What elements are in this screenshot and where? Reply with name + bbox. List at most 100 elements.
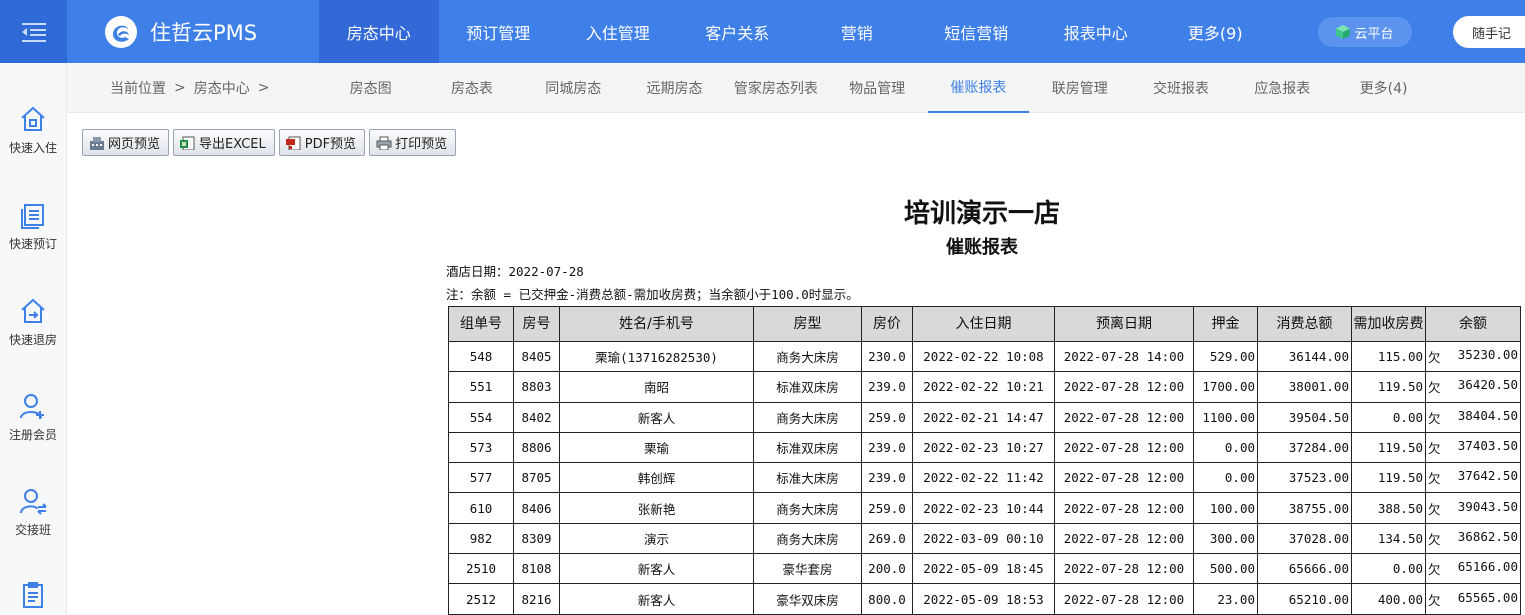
table-cell: 南昭 [559,371,754,403]
cloud-platform-button[interactable]: 云平台 [1318,17,1412,47]
balance-amount: 36420.50 [1457,377,1518,393]
sidebar-label: 快速入住 [8,141,57,155]
web-preview-button[interactable]: 网页预览 [82,129,170,156]
table-cell: 8216 [513,583,560,615]
column-header: 消费总额 [1257,306,1352,342]
table-cell: 36144.00 [1257,340,1352,373]
cube-icon [1336,25,1351,39]
nav-item[interactable]: 营销 [797,0,917,63]
table-cell: 23.00 [1193,583,1258,615]
table-cell: 37028.00 [1257,522,1352,555]
table-cell: 新客人 [559,401,754,433]
table-cell: 2022-07-28 12:00 [1054,462,1194,494]
table-cell: 38001.00 [1257,371,1352,403]
breadcrumb-prefix: 当前位置 [110,81,166,97]
table-cell: 标准大床房 [753,462,862,494]
table-cell: 标准双床房 [753,371,862,403]
menu-toggle-button[interactable] [0,0,67,63]
subtab-item[interactable]: 管家房态列表 [725,63,826,113]
table-cell: 豪华双床房 [753,583,862,615]
logo-icon [105,15,137,48]
table-cell: 2022-05-09 18:45 [912,553,1055,585]
table-cell: 8705 [513,462,560,494]
quick-note-button[interactable]: 随手记 [1453,16,1525,48]
menu-collapse-icon [21,22,46,42]
table-cell: 8309 [513,522,560,555]
nav-item[interactable]: 更多(9) [1156,0,1276,63]
quick-actions-sidebar: 快速入住 快速预订 快速退房 注册会员 交接班 [0,63,67,614]
owed-marker: 欠 [1428,410,1441,426]
clipboard-icon [23,582,43,608]
balance-cell: 欠 37642.50 [1425,462,1521,494]
cloud-platform-label: 云平台 [1354,26,1394,42]
table-row: 548 8405 栗瑜(13716282530) 商务大床房 230.0 2022-02-… [448,340,1521,373]
table-cell: 39504.50 [1257,401,1352,433]
subtab-item[interactable]: 联房管理 [1029,63,1130,113]
subtab-item[interactable]: 交班报表 [1130,63,1231,113]
table-cell: 0.00 [1193,431,1258,464]
column-header: 需加收房费 [1351,306,1426,342]
table-cell: 259.0 [861,492,913,524]
table-row: 551 8803 南昭 标准双床房 239.0 2022-02-22 10:21 2022-… [448,371,1521,403]
balance-amount: 35230.00 [1457,347,1518,363]
table-cell: 388.50 [1351,492,1426,524]
building-icon [90,136,104,150]
subtab-item[interactable]: 催账报表 [927,63,1030,113]
print-preview-button[interactable]: 打印预览 [369,129,457,156]
table-cell: 551 [448,371,514,403]
sidebar-item-report[interactable] [0,581,66,615]
table-cell: 529.00 [1193,340,1258,373]
shift-icon [20,489,47,515]
sidebar-item-shift-handover[interactable]: 交接班 [0,487,66,538]
subtab-item[interactable]: 远期房态 [624,63,725,113]
table-header-row: 组单号 房号 姓名/手机号 房型 房价 入住日期 预离日期 押金 消费总额 需加收房费 余额 [448,306,1521,342]
table-cell: 554 [448,401,514,433]
add-user-icon [20,394,44,419]
sidebar-item-quick-checkin[interactable]: 快速入住 [0,105,66,156]
nav-item[interactable]: 房态中心 [319,0,439,63]
table-row: 2510 8108 新客人 豪华套房 200.0 2022-05-09 18:45 2022… [448,553,1521,585]
home-icon [21,106,45,131]
subtab-item[interactable]: 更多(4) [1333,63,1434,113]
export-excel-button[interactable]: 导出EXCEL [173,129,275,156]
table-cell: 2022-07-28 14:00 [1054,340,1194,373]
breadcrumb-item[interactable]: 房态中心 [194,78,250,98]
table-cell: 119.50 [1351,371,1426,403]
report-note: 注：余额 = 已交押金-消费总额-需加收房费；当余额小于100.0时显示。 [446,287,859,302]
subtab-item[interactable]: 房态图 [320,63,421,113]
balance-amount: 39043.50 [1457,498,1518,514]
owed-marker: 欠 [1428,441,1441,457]
table-cell: 119.50 [1351,462,1426,494]
subtab-item[interactable]: 同城房态 [523,63,624,113]
balance-amount: 65565.00 [1457,589,1518,605]
book-icon [21,204,44,229]
sidebar-item-quick-booking[interactable]: 快速预订 [0,201,66,252]
table-cell: 100.00 [1193,492,1258,524]
sidebar-item-quick-checkout[interactable]: 快速退房 [0,297,66,348]
nav-item[interactable]: 报表中心 [1036,0,1156,63]
table-cell: 8402 [513,401,560,433]
owed-marker: 欠 [1428,562,1441,578]
nav-item[interactable]: 入住管理 [558,0,678,63]
subtab-item[interactable]: 物品管理 [826,63,927,113]
nav-item[interactable]: 预订管理 [439,0,559,63]
balance-cell: 欠 35230.00 [1425,340,1521,373]
table-cell: 8405 [513,340,560,373]
report-toolbar: 网页预览 导出EXCEL PDF预览 打印预览 [82,129,457,156]
web-preview-label: 网页预览 [108,137,161,152]
subtab-item[interactable]: 应急报表 [1232,63,1333,113]
table-cell: 239.0 [861,371,913,403]
pdf-preview-label: PDF预览 [304,137,357,152]
column-header: 预离日期 [1054,306,1194,342]
sidebar-item-register-member[interactable]: 注册会员 [0,392,66,443]
nav-item[interactable]: 客户关系 [678,0,798,63]
pdf-preview-button[interactable]: PDF预览 [278,129,366,156]
subtab-item[interactable]: 房态表 [421,63,522,113]
table-cell: 37523.00 [1257,462,1352,494]
nav-item[interactable]: 短信营销 [917,0,1037,63]
column-header: 押金 [1193,306,1258,342]
table-cell: 2022-03-09 00:10 [912,522,1055,555]
sidebar-label: 快速预订 [8,237,57,251]
balance-cell: 欠 36420.50 [1425,371,1521,403]
table-cell: 577 [448,462,514,494]
